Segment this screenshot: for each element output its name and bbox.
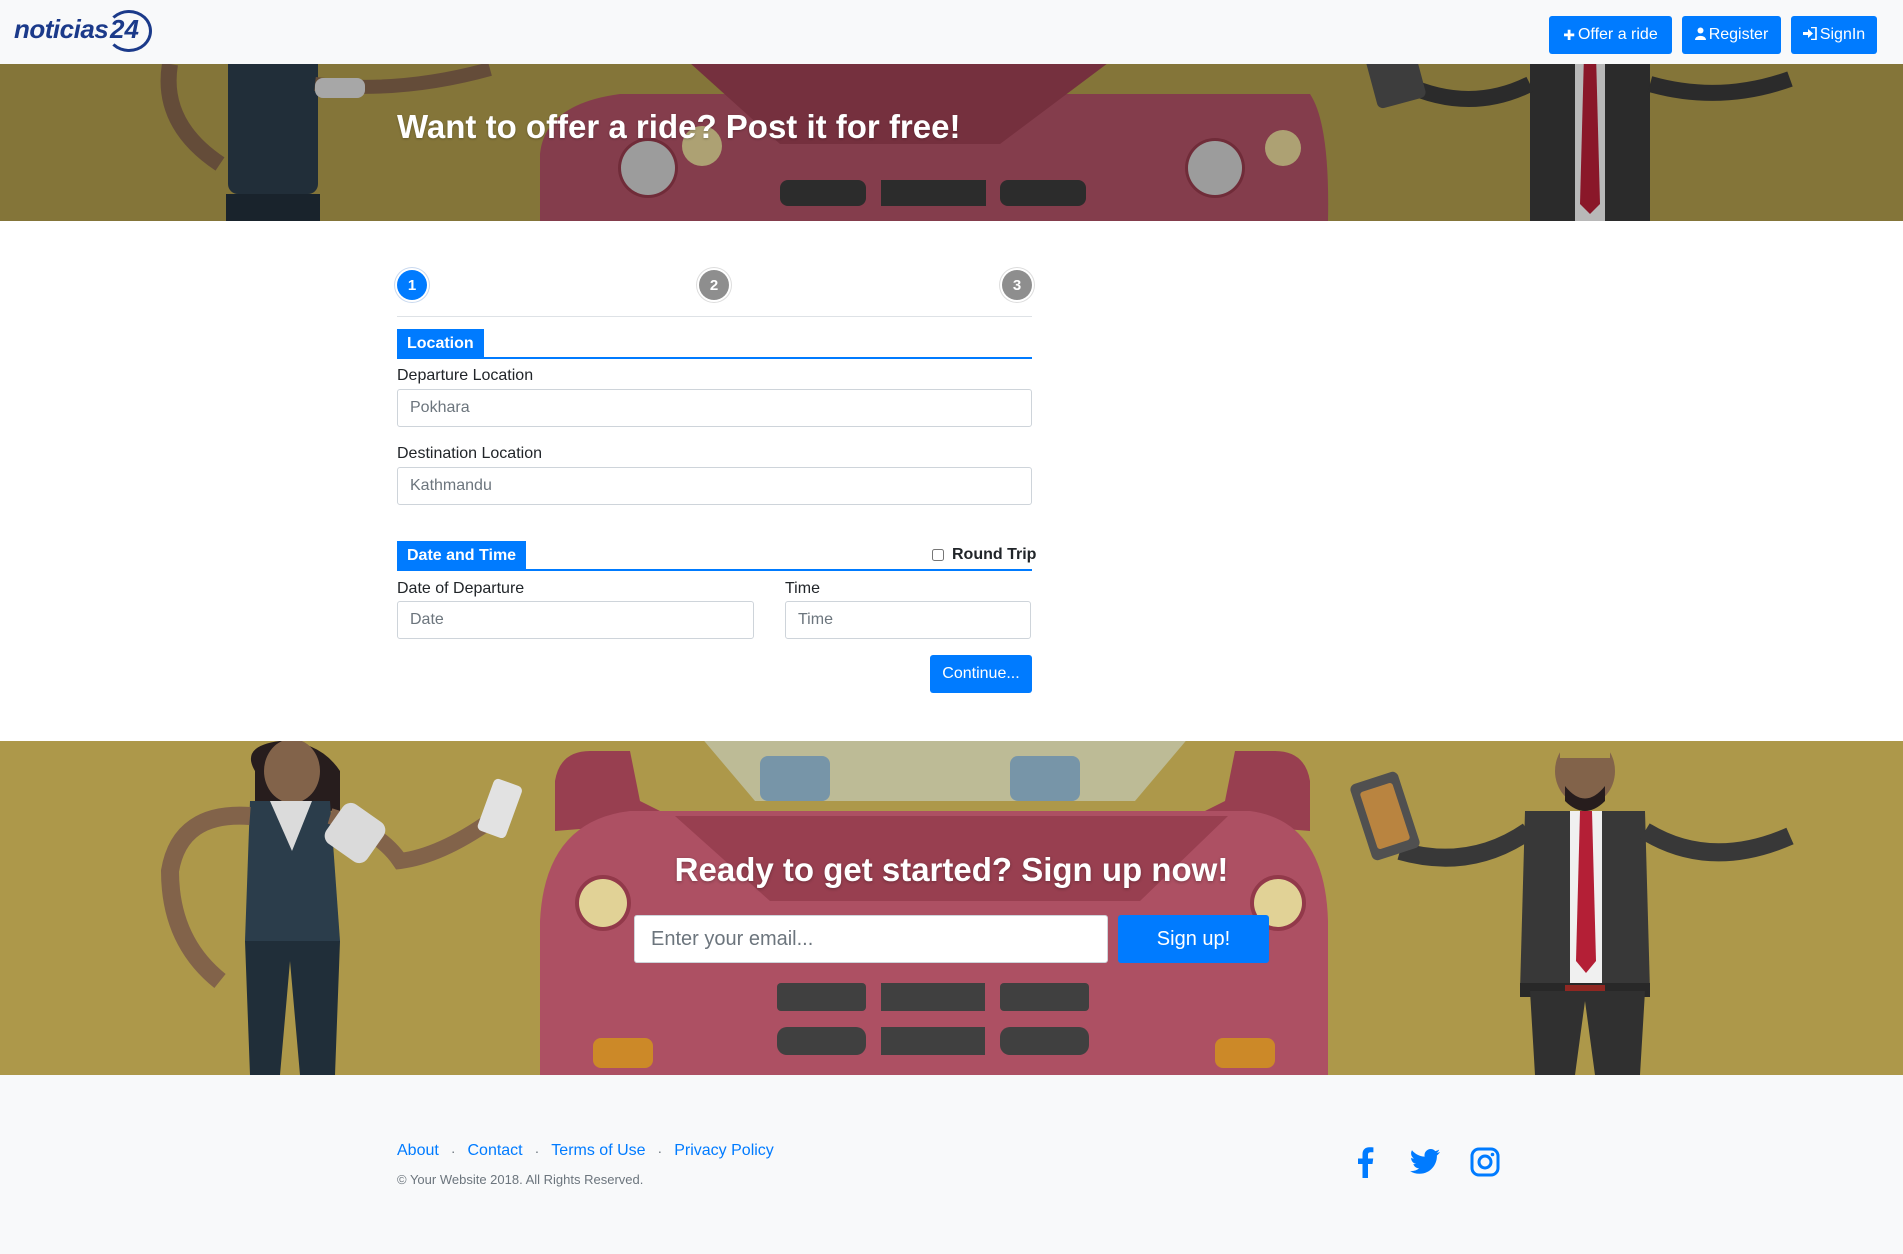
footer-separator: · [450, 1143, 456, 1159]
signup-overlay [0, 741, 1903, 1075]
twitter-icon[interactable] [1408, 1145, 1442, 1179]
round-trip-checkbox[interactable] [932, 549, 944, 561]
footer-link-privacy[interactable]: Privacy Policy [674, 1142, 774, 1160]
facebook-icon[interactable] [1348, 1145, 1382, 1179]
sign-in-icon [1802, 26, 1817, 43]
step-3[interactable]: 3 [1002, 270, 1032, 300]
step-2[interactable]: 2 [699, 270, 729, 300]
round-trip-label: Round Trip [952, 546, 1037, 563]
navbar: noticias 24 ✚ Offer a ride Register Sign… [0, 0, 1903, 64]
destination-label: Destination Location [397, 445, 542, 462]
location-section-header: Location [397, 327, 1032, 359]
signin-button[interactable]: SignIn [1791, 16, 1877, 54]
footer-link-terms[interactable]: Terms of Use [551, 1142, 645, 1160]
footer-link-about[interactable]: About [397, 1142, 439, 1160]
datetime-section-tag: Date and Time [397, 541, 527, 571]
logo-number: 24 [110, 14, 139, 44]
signin-label: SignIn [1819, 26, 1866, 43]
time-label: Time [785, 580, 820, 597]
instagram-icon[interactable] [1468, 1145, 1502, 1179]
destination-input[interactable] [397, 467, 1032, 505]
logo-text: noticias [14, 14, 109, 44]
date-label: Date of Departure [397, 580, 525, 597]
offer-ride-label: Offer a ride [1577, 26, 1658, 43]
location-section-tag: Location [397, 329, 484, 359]
email-input[interactable] [634, 915, 1108, 963]
hero-title: Want to offer a ride? Post it for free! [397, 108, 961, 145]
offer-ride-button[interactable]: ✚ Offer a ride [1549, 16, 1672, 54]
departure-input[interactable] [397, 389, 1032, 427]
signup-title: Ready to get started? Sign up now! [674, 851, 1229, 888]
footer-links: About · Contact · Terms of Use · Privacy… [397, 1142, 774, 1160]
departure-label: Departure Location [397, 367, 534, 384]
brand-logo[interactable]: noticias 24 [14, 10, 154, 52]
footer-separator: · [657, 1143, 663, 1159]
hero-banner: Want to offer a ride? Post it for free! [0, 64, 1903, 221]
signup-banner: Ready to get started? Sign up now! Sign … [0, 741, 1903, 1075]
round-trip-toggle[interactable]: Round Trip [932, 546, 1036, 564]
register-button[interactable]: Register [1682, 16, 1781, 54]
plus-icon: ✚ [1563, 26, 1575, 43]
register-label: Register [1708, 26, 1769, 43]
signup-button[interactable]: Sign up! [1118, 915, 1269, 963]
time-input[interactable] [785, 601, 1031, 639]
user-icon [1694, 27, 1706, 43]
copyright: © Your Website 2018. All Rights Reserved… [397, 1172, 644, 1187]
step-1[interactable]: 1 [397, 270, 427, 300]
continue-button[interactable]: Continue... [930, 655, 1032, 693]
footer-separator: · [534, 1143, 540, 1159]
footer: About · Contact · Terms of Use · Privacy… [0, 1075, 1903, 1254]
footer-link-contact[interactable]: Contact [467, 1142, 522, 1160]
date-input[interactable] [397, 601, 754, 639]
step-indicator: 1 2 3 [397, 270, 1032, 317]
